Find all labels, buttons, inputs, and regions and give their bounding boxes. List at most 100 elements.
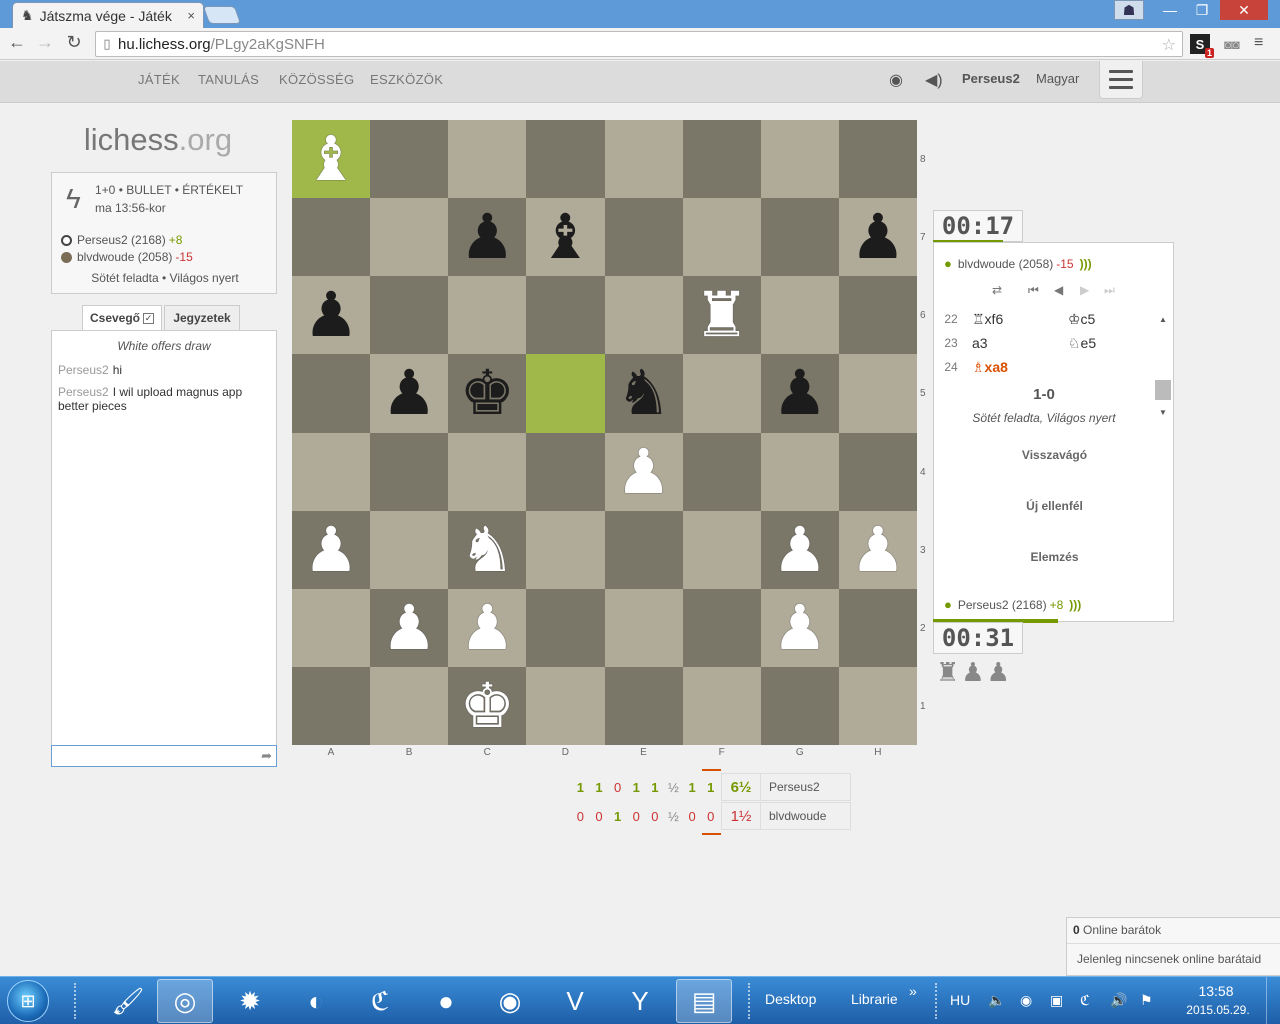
back-icon[interactable]: ←	[6, 32, 28, 53]
user-menu[interactable]: Perseus2	[962, 71, 1020, 86]
square-b6[interactable]	[370, 276, 449, 355]
square-g8[interactable]	[760, 120, 839, 199]
hamburger-menu-button[interactable]	[1099, 61, 1143, 99]
system-time[interactable]: 13:58	[1196, 983, 1236, 999]
square-a5[interactable]	[292, 354, 371, 433]
white-pawn-icon[interactable]: ♟	[850, 518, 906, 581]
square-b7[interactable]	[370, 198, 449, 277]
white-pawn-icon[interactable]: ♟	[772, 518, 828, 581]
reload-icon[interactable]: ↻	[63, 32, 85, 53]
tab-chat[interactable]: Csevegő ✓	[82, 305, 162, 331]
square-g6[interactable]	[760, 276, 839, 355]
square-c8[interactable]	[448, 120, 527, 199]
move[interactable]: ♔c5	[1068, 311, 1148, 328]
black-king-icon[interactable]: ♚	[460, 362, 516, 424]
system-date[interactable]: 2015.05.29.	[1178, 1003, 1258, 1017]
square-b2[interactable]: ♟	[370, 588, 449, 667]
crosstable-game-score[interactable]: 1	[646, 780, 665, 795]
square-f8[interactable]	[682, 120, 761, 199]
white-king-icon[interactable]: ♚	[460, 674, 516, 737]
prev-move-icon[interactable]: ◀	[1054, 283, 1063, 297]
last-move-icon[interactable]: ⏭	[1104, 283, 1115, 298]
send-arrow-icon[interactable]: ➦	[261, 748, 272, 764]
chat-toggle-checkbox[interactable]: ✓	[143, 312, 155, 324]
square-b5[interactable]: ♟	[370, 354, 449, 433]
online-friends-box[interactable]: 0 Online barátok Jelenleg nincsenek onli…	[1066, 917, 1280, 976]
chrome-menu-icon[interactable]: ≡	[1254, 34, 1263, 52]
network-tray-icon[interactable]: ▣	[1050, 992, 1063, 1009]
square-a2[interactable]	[292, 588, 371, 667]
square-d6[interactable]	[526, 276, 605, 355]
square-h2[interactable]	[838, 588, 917, 667]
taskbar-app-vivaldi[interactable]: V	[547, 979, 603, 1023]
next-move-icon[interactable]: ▶	[1080, 283, 1089, 297]
language-selector[interactable]: Magyar	[1036, 71, 1079, 86]
move[interactable]: ♖xf6	[968, 311, 1068, 328]
speaker-tray-icon[interactable]: 🔈	[988, 992, 1005, 1009]
square-c5[interactable]: ♚	[448, 354, 527, 433]
square-a6[interactable]: ♟	[292, 276, 371, 355]
new-tab-button[interactable]	[202, 6, 242, 24]
white-pawn-icon[interactable]: ♟	[303, 518, 359, 581]
analysis-button[interactable]: Elemzés	[934, 550, 1175, 564]
crosstable-game-score[interactable]: 1	[590, 780, 609, 795]
minimize-icon[interactable]: —	[1155, 0, 1185, 20]
white-pawn-icon[interactable]: ♟	[460, 596, 516, 659]
square-h7[interactable]: ♟	[838, 198, 917, 277]
crosstable-game-score[interactable]: 1	[701, 780, 720, 795]
crosstable-game-score[interactable]: 0	[571, 809, 590, 824]
nav-community[interactable]: KÖZÖSSÉG	[279, 72, 354, 87]
square-f3[interactable]	[682, 510, 761, 589]
square-c7[interactable]: ♟	[448, 198, 527, 277]
rematch-button[interactable]: Visszavágó	[934, 448, 1175, 462]
bottom-player[interactable]: ● Perseus2 (2168) +8 )))	[944, 597, 1081, 612]
scroll-up-icon[interactable]: ▲	[1159, 315, 1167, 324]
black-pawn-icon[interactable]: ♟	[850, 206, 906, 268]
crosstable-game-score[interactable]: 0	[701, 809, 720, 824]
square-f7[interactable]	[682, 198, 761, 277]
extension-s-icon[interactable]: S1	[1190, 34, 1214, 58]
square-f2[interactable]	[682, 588, 761, 667]
square-h1[interactable]	[838, 666, 917, 745]
crosstable-game-score[interactable]: 0	[608, 780, 627, 795]
white-knight-icon[interactable]: ♞	[460, 518, 516, 581]
white-player-info[interactable]: Perseus2 (2168) +8	[61, 233, 182, 247]
maximize-icon[interactable]: ❐	[1187, 0, 1217, 20]
taskbar-app-globe[interactable]: ●	[418, 979, 474, 1023]
crosstable-name-1[interactable]: Perseus2	[761, 773, 851, 801]
square-h8[interactable]	[838, 120, 917, 199]
square-d7[interactable]: ♝	[526, 198, 605, 277]
white-pawn-icon[interactable]: ♟	[616, 440, 672, 503]
square-e1[interactable]	[604, 666, 683, 745]
square-e7[interactable]	[604, 198, 683, 277]
square-b1[interactable]	[370, 666, 449, 745]
square-c4[interactable]	[448, 432, 527, 511]
crosstable-game-score[interactable]: 1	[571, 780, 590, 795]
crosstable-name-2[interactable]: blvdwoude	[761, 802, 851, 830]
white-bishop-icon[interactable]: ♝	[303, 128, 359, 190]
square-f5[interactable]	[682, 354, 761, 433]
square-d5[interactable]	[526, 354, 605, 433]
move[interactable]: a3	[968, 335, 1068, 351]
show-desktop-button[interactable]	[1266, 977, 1280, 1024]
crosstable-game-score[interactable]: 0	[627, 809, 646, 824]
close-window-icon[interactable]: ✕	[1220, 0, 1268, 20]
white-pawn-icon[interactable]: ♟	[772, 596, 828, 659]
square-a3[interactable]: ♟	[292, 510, 371, 589]
crosstable-game-score[interactable]: ½	[664, 809, 683, 824]
new-opponent-button[interactable]: Új ellenfél	[934, 499, 1175, 513]
white-rook-icon[interactable]: ♜	[694, 284, 750, 346]
square-d8[interactable]	[526, 120, 605, 199]
taskbar-app-settings[interactable]: ✹	[222, 979, 278, 1023]
address-bar[interactable]: ▯ hu.lichess.org /PLgy2aKgSNFH ☆	[95, 31, 1183, 57]
taskbar-app-chrome[interactable]: ◎	[157, 979, 213, 1023]
crosstable-game-score[interactable]: 0	[590, 809, 609, 824]
top-player[interactable]: ● blvdwoude (2058) -15 )))	[944, 256, 1092, 271]
square-f1[interactable]	[682, 666, 761, 745]
square-e6[interactable]	[604, 276, 683, 355]
square-h6[interactable]	[838, 276, 917, 355]
black-pawn-icon[interactable]: ♟	[381, 362, 437, 424]
scrollbar-thumb[interactable]	[1155, 380, 1171, 400]
square-a8[interactable]: ♝	[292, 120, 371, 199]
taskbar-app-yandex[interactable]: Y	[612, 979, 668, 1023]
